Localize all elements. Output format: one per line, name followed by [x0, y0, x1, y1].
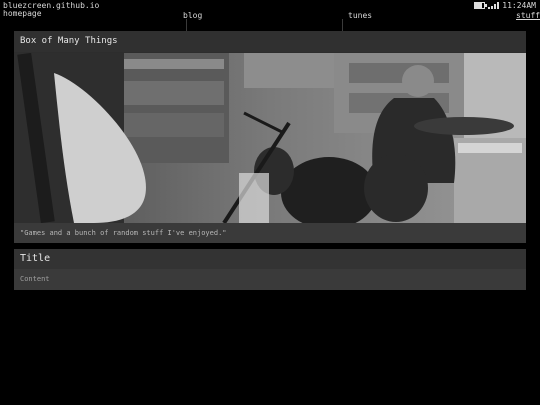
card-heading: Title	[14, 249, 526, 269]
card-title: Box of Many Things	[14, 31, 526, 52]
top-nav: homepage blog tunes stuff	[0, 9, 540, 39]
title-card: Title Content	[14, 249, 526, 290]
nav-homepage[interactable]: homepage	[3, 9, 42, 18]
hero-photo	[14, 53, 526, 223]
card-caption: "Games and a bunch of random stuff I've …	[14, 223, 526, 243]
photo-icon	[14, 53, 526, 223]
battery-icon	[474, 2, 488, 9]
signal-icon	[488, 2, 500, 9]
nav-tunes[interactable]: tunes	[348, 11, 372, 20]
nav-stuff[interactable]: stuff	[516, 11, 540, 20]
box-of-many-things-card: Box of Many Things "Games and a bunch of…	[14, 31, 526, 243]
card-content: Content	[14, 269, 526, 290]
